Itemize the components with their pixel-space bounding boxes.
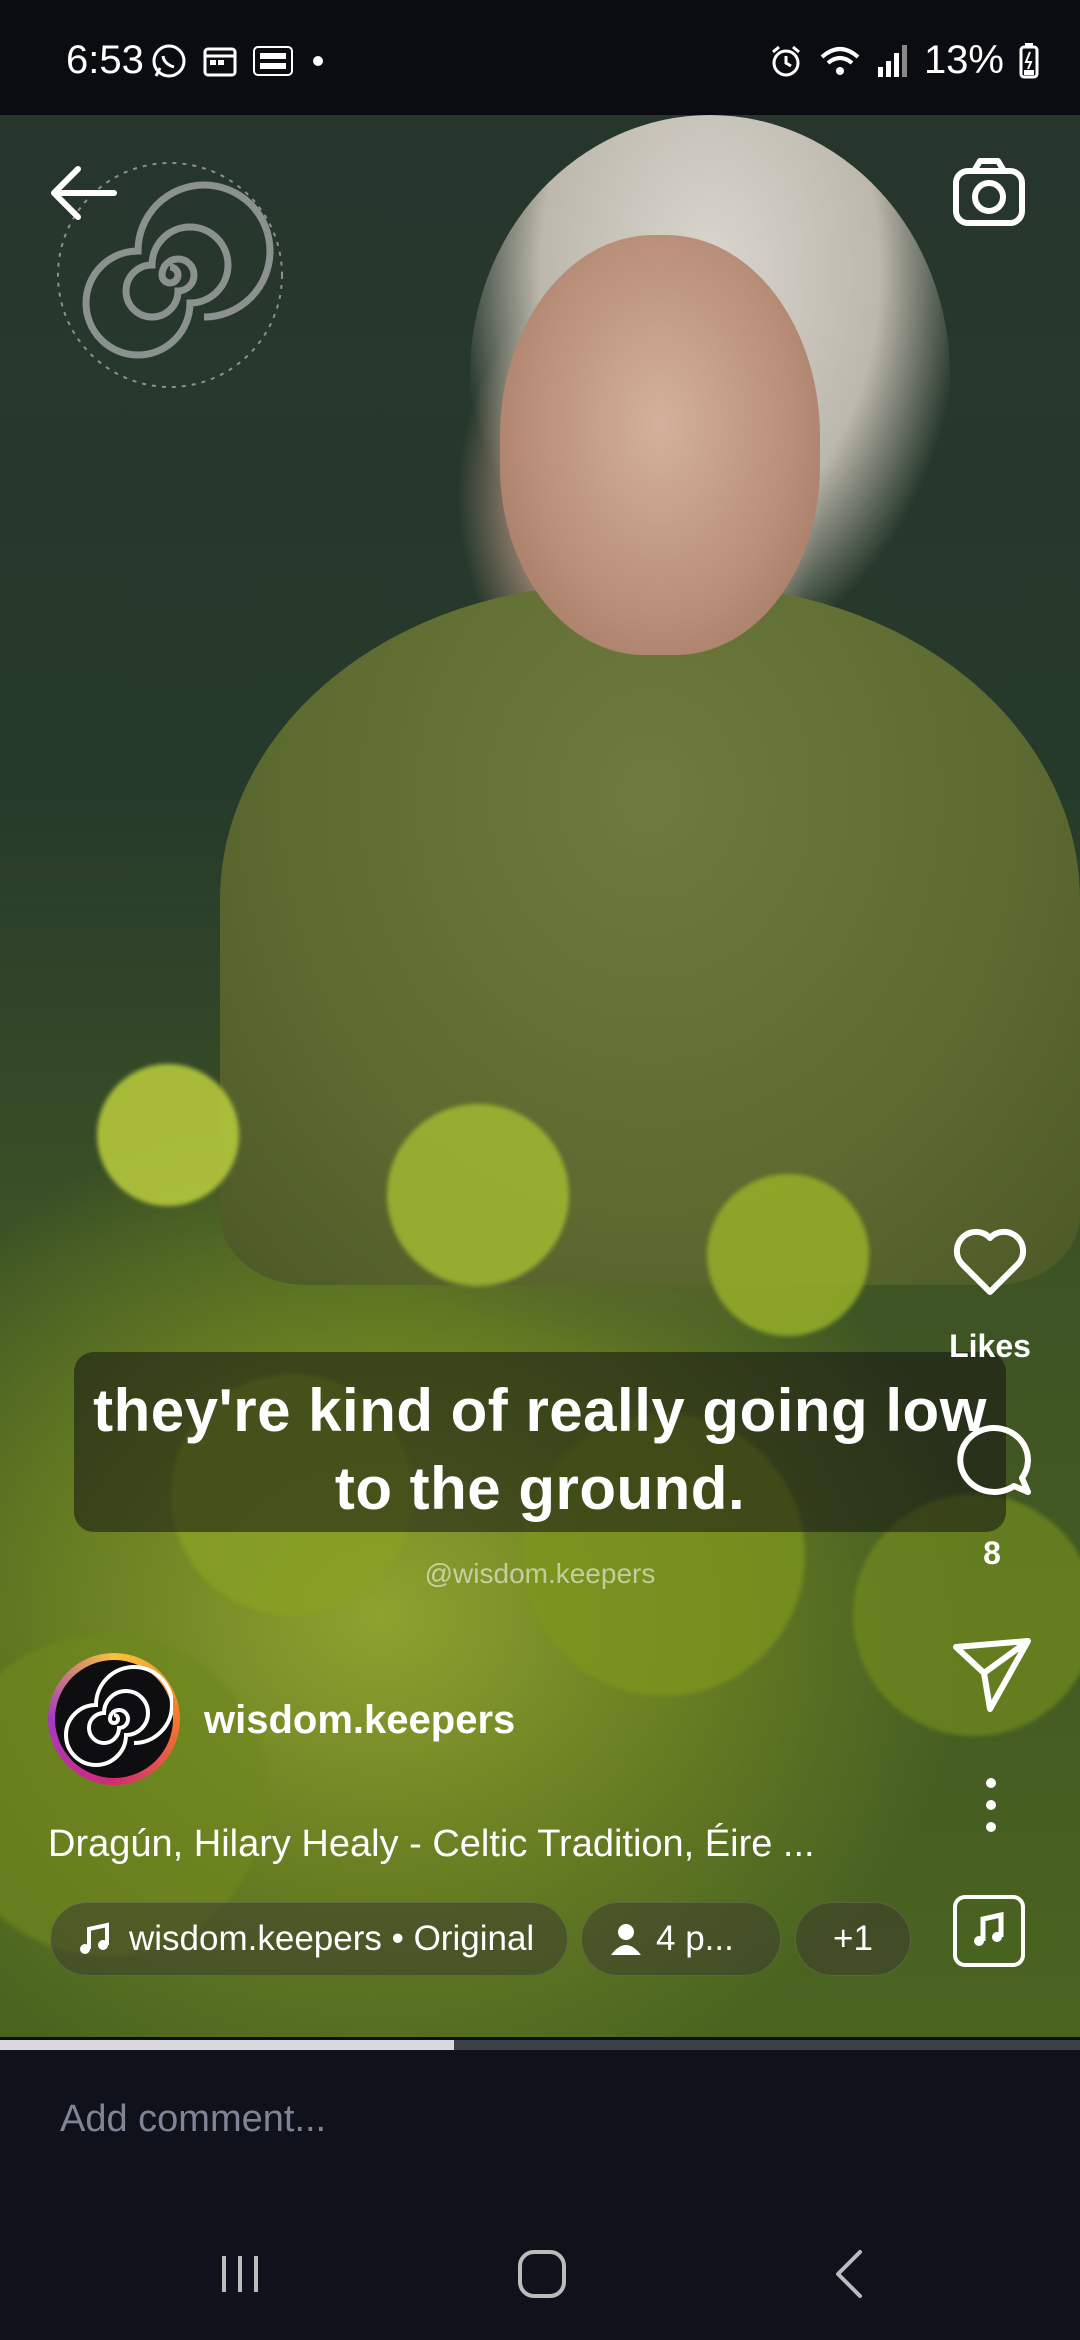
post-title[interactable]: Dragún, Hilary Healy - Celtic Tradition,…	[48, 1823, 815, 1866]
wifi-icon	[820, 46, 860, 75]
watermark-handle: @wisdom.keepers	[424, 1558, 656, 1589]
recent-apps-icon[interactable]	[214, 2248, 266, 2300]
audio-chip[interactable]: wisdom.keepers • Original	[50, 1902, 568, 1976]
alarm-icon	[771, 45, 800, 76]
spiral-logo-icon	[64, 1665, 174, 1767]
avatar[interactable]	[48, 1653, 180, 1785]
comment-bar: Add comment...	[0, 2050, 1080, 2210]
more-chip[interactable]: +1	[795, 1902, 911, 1976]
music-note-icon	[974, 1911, 1004, 1946]
music-note-icon	[80, 1922, 109, 1954]
back-nav-icon[interactable]	[826, 2246, 870, 2302]
battery-charging-icon	[1019, 42, 1039, 78]
person-icon	[611, 1924, 641, 1955]
caption-box: they're kind of really going low to the …	[74, 1352, 1006, 1532]
temu-icon	[253, 46, 293, 76]
home-icon[interactable]	[514, 2246, 570, 2302]
system-nav-bar	[0, 2210, 1080, 2340]
video-caption: they're kind of really going low to the …	[93, 1377, 987, 1522]
camera-icon[interactable]	[948, 151, 1030, 233]
comment-input[interactable]: Add comment...	[60, 2098, 326, 2141]
video-progress-fill	[0, 2040, 454, 2050]
audio-chip-label: wisdom.keepers • Original	[129, 1919, 535, 1958]
audio-tile[interactable]	[953, 1895, 1025, 1967]
likes-label[interactable]: Likes	[930, 1328, 1050, 1365]
comment-icon[interactable]	[950, 1420, 1034, 1504]
signal-icon	[877, 44, 907, 77]
share-icon[interactable]	[950, 1633, 1034, 1717]
status-right: 13%	[768, 38, 1040, 83]
video-subject-face	[500, 235, 820, 655]
people-chip[interactable]: 4 p...	[581, 1902, 781, 1976]
status-left-icons	[150, 42, 328, 80]
video-progress-bar[interactable]	[0, 2040, 1080, 2050]
post-username[interactable]: wisdom.keepers	[204, 1698, 515, 1743]
avatar-image	[55, 1660, 174, 1778]
more-chip-label: +1	[833, 1919, 873, 1958]
dot-icon	[313, 56, 323, 66]
people-chip-label: 4 p...	[656, 1919, 734, 1958]
heart-icon[interactable]	[948, 1220, 1032, 1304]
back-arrow-icon[interactable]	[44, 153, 124, 233]
status-time: 6:53	[66, 38, 144, 82]
more-options-icon[interactable]	[975, 1775, 1007, 1835]
status-bar: 6:53 13%	[0, 0, 1080, 115]
comment-count[interactable]: 8	[950, 1535, 1034, 1572]
battery-percentage: 13%	[923, 38, 1004, 82]
whatsapp-icon	[152, 44, 186, 78]
calendar-icon	[203, 47, 237, 77]
